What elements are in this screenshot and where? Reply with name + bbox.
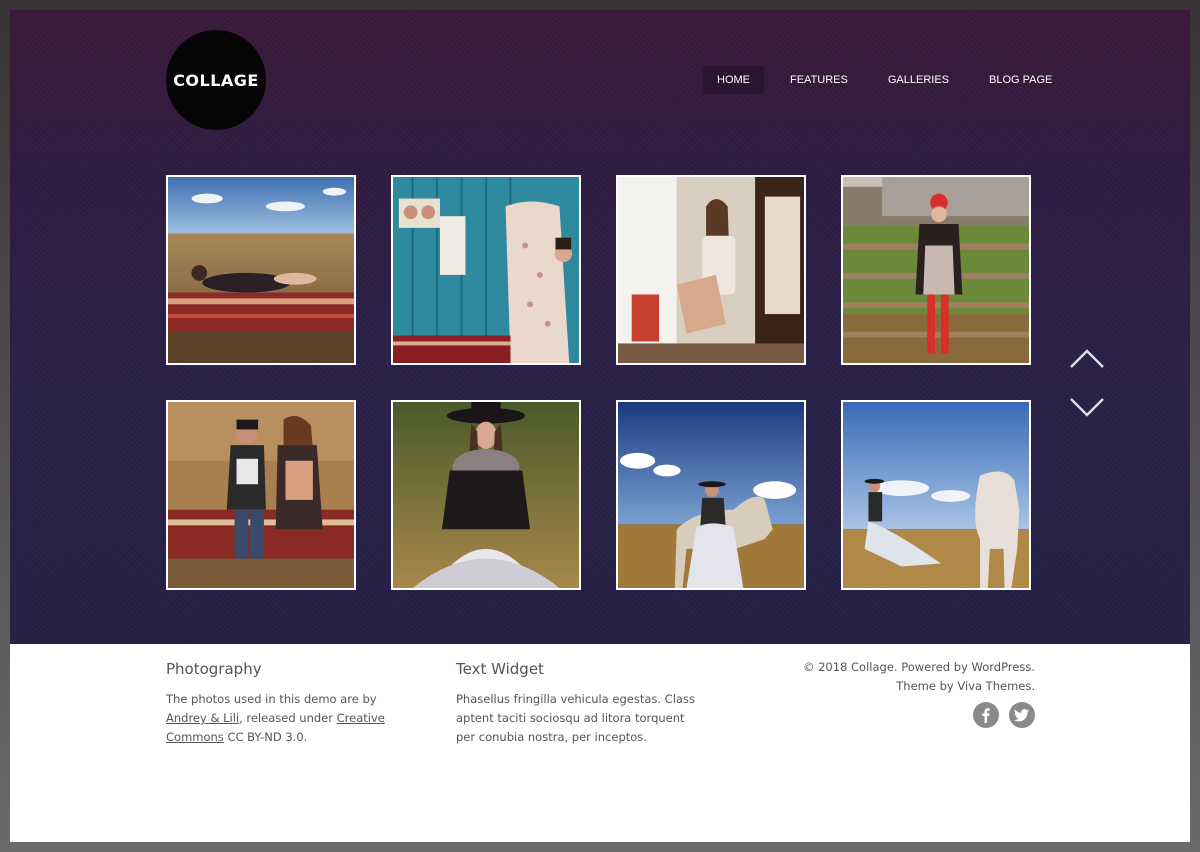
gallery-thumb-1[interactable]: [166, 175, 356, 365]
photo-woman-hat-fur: [393, 402, 579, 588]
gallery-thumb-8[interactable]: [841, 400, 1031, 590]
widget-text-photography: The photos used in this demo are by Andr…: [166, 690, 416, 747]
nav-item-home[interactable]: HOME: [703, 66, 764, 94]
footer-widget-photography: Photography The photos used in this demo…: [166, 660, 416, 747]
gallery-thumb-4[interactable]: [841, 175, 1031, 365]
nav-item-features[interactable]: FEATURES: [776, 66, 862, 94]
photography-text-after: CC BY-ND 3.0.: [223, 730, 308, 744]
nav-item-galleries[interactable]: GALLERIES: [874, 66, 963, 94]
photography-text-middle: , released under: [239, 711, 337, 725]
window-frame-bottom: [0, 842, 1200, 852]
photo-blue-wall-curtain: [393, 177, 579, 363]
gallery-thumb-2[interactable]: [391, 175, 581, 365]
window-frame-top: [0, 0, 1200, 10]
logo-text: COLLAGE: [173, 70, 259, 90]
gallery-thumb-5[interactable]: [166, 400, 356, 590]
chevron-down-icon: [1070, 398, 1104, 417]
photo-woman-white-horse: [843, 402, 1029, 588]
photo-woman-window: [618, 177, 804, 363]
link-andrey-lili[interactable]: Andrey & Lili: [166, 711, 239, 725]
gallery-thumb-6[interactable]: [391, 400, 581, 590]
footer-widget-text: Text Widget Phasellus fringilla vehicula…: [456, 660, 706, 747]
footer-credits: © 2018 Collage. Powered by WordPress. Th…: [803, 658, 1035, 696]
gallery-scroll-up[interactable]: [1067, 343, 1107, 373]
credits-line-1: © 2018 Collage. Powered by WordPress.: [802, 660, 1035, 674]
main-nav: HOME FEATURES GALLERIES BLOG PAGE: [703, 66, 1078, 94]
social-links: [973, 702, 1035, 728]
facebook-link[interactable]: [973, 702, 999, 728]
photo-woman-horse-sky: [618, 402, 804, 588]
credits-line-2: Theme by Viva Themes.: [896, 679, 1035, 693]
nav-item-blog-page[interactable]: BLOG PAGE: [975, 66, 1066, 94]
window-frame-left: [0, 0, 10, 852]
widget-title-text: Text Widget: [456, 660, 544, 678]
photo-woman-field-blanket: [168, 177, 354, 363]
widget-text-body: Phasellus fringilla vehicula egestas. Cl…: [456, 692, 695, 744]
photo-couple-field: [168, 402, 354, 588]
gallery-thumb-7[interactable]: [616, 400, 806, 590]
twitter-link[interactable]: [1009, 702, 1035, 728]
site-footer: Photography The photos used in this demo…: [10, 644, 1190, 842]
twitter-icon: [1014, 709, 1029, 722]
site-logo[interactable]: COLLAGE: [166, 30, 266, 130]
photography-text-before: The photos used in this demo are by: [166, 692, 377, 706]
photo-woman-fence: [843, 177, 1029, 363]
facebook-icon: [982, 708, 990, 723]
chevron-up-icon: [1070, 349, 1104, 368]
widget-title-photography: Photography: [166, 660, 262, 678]
window-frame-right: [1190, 0, 1200, 852]
hero-section: COLLAGE HOME FEATURES GALLERIES BLOG PAG…: [10, 10, 1190, 644]
gallery-scroll-down[interactable]: [1067, 393, 1107, 423]
gallery-thumb-3[interactable]: [616, 175, 806, 365]
